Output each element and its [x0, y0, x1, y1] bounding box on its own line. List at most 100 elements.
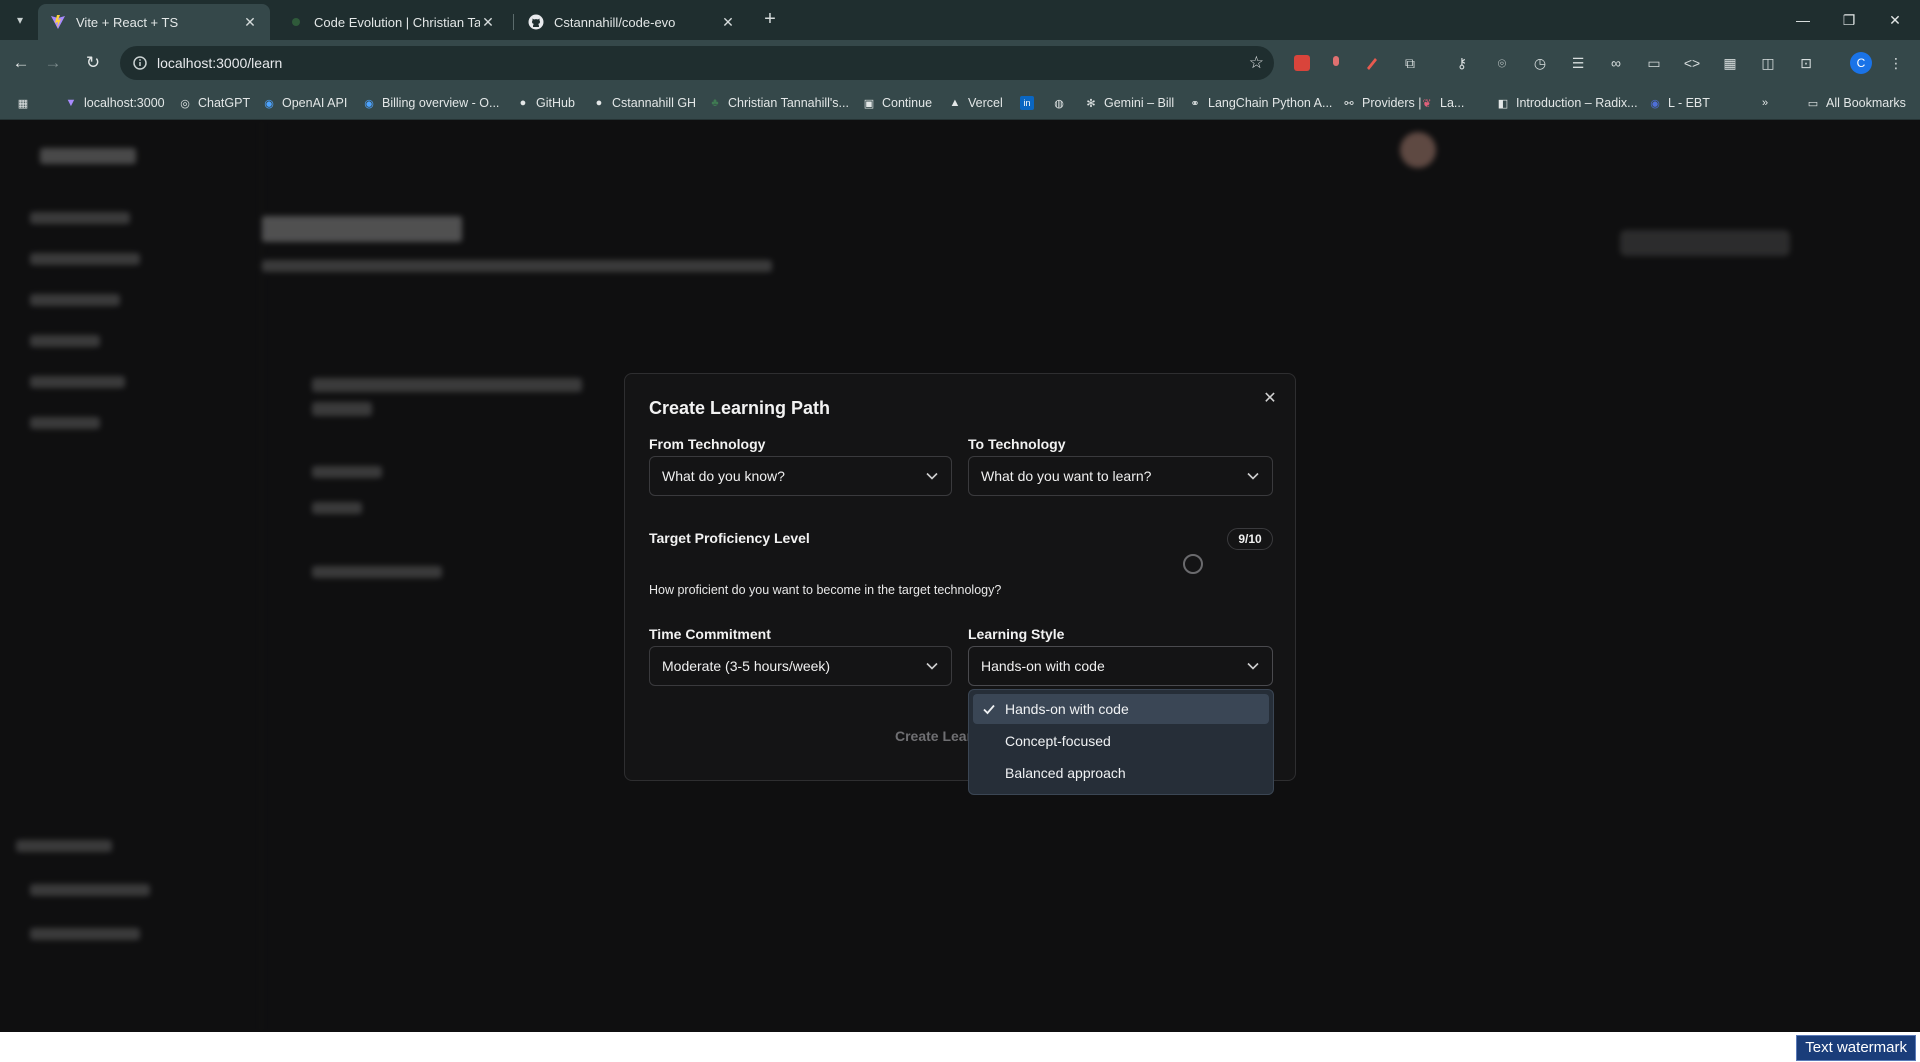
bg-user-avatar: [1400, 132, 1436, 168]
option-label: Concept-focused: [1005, 733, 1111, 749]
more-bookmarks-icon[interactable]: »: [1758, 94, 1778, 112]
bookmark-item[interactable]: ❦ La...: [1420, 94, 1464, 112]
bg-card-line-placeholder: [312, 566, 442, 578]
vite-favicon-icon: [50, 14, 66, 30]
apps-icon[interactable]: ▦: [16, 94, 36, 112]
extension-mic-icon[interactable]: [1326, 53, 1346, 73]
dialog-title: Create Learning Path: [649, 398, 831, 418]
bookmark-item[interactable]: ⚭ LangChain Python A...: [1188, 94, 1332, 112]
tab-title: Cstannahill/code-evo: [554, 14, 676, 30]
reading-list-icon[interactable]: ☰: [1568, 53, 1588, 73]
langchain-icon: ⚭: [1190, 97, 1200, 110]
vercel-icon: ▲: [949, 97, 961, 109]
bg-card-line-placeholder: [312, 466, 382, 478]
back-arrow-icon[interactable]: ←: [8, 50, 34, 76]
bg-nav-placeholder: [30, 294, 120, 306]
tab-title: Vite + React + TS: [76, 14, 179, 30]
bookmark-item[interactable]: ◉ Billing overview - O...: [362, 94, 499, 112]
profile-avatar[interactable]: C: [1850, 52, 1872, 74]
apps-grid-icon[interactable]: ▦: [1720, 53, 1740, 73]
address-bar[interactable]: localhost:3000/learn ☆: [120, 46, 1274, 80]
from-technology-label: From Technology: [649, 436, 766, 452]
bookmark-item[interactable]: ◉ OpenAI API: [262, 94, 347, 112]
screenshot-icon[interactable]: ⊡: [1796, 53, 1816, 73]
tab-close-icon[interactable]: ✕: [242, 14, 258, 31]
window-close-icon[interactable]: ✕: [1872, 0, 1918, 40]
history-icon[interactable]: ◷: [1530, 53, 1550, 73]
browser-toolbar: ← → ↻ localhost:3000/learn ☆ ⧉ ⚷ ⌾ ◷ ☰ ∞…: [0, 40, 1920, 113]
new-tab-plus-icon[interactable]: +: [758, 8, 782, 32]
minimize-icon[interactable]: —: [1780, 0, 1826, 40]
bg-nav-placeholder: [30, 212, 130, 224]
forward-arrow-icon[interactable]: →: [40, 50, 66, 76]
restore-icon[interactable]: ❐: [1826, 0, 1872, 40]
chevron-down-icon: [925, 467, 939, 485]
to-technology-placeholder: What do you want to learn?: [981, 468, 1152, 484]
tab-search-icon[interactable]: ▾: [8, 8, 32, 32]
url-text[interactable]: localhost:3000/learn: [157, 55, 282, 71]
vite-favicon-icon: ▼: [65, 97, 77, 109]
option-balanced[interactable]: Balanced approach: [973, 758, 1269, 788]
chevron-down-icon: [1246, 467, 1260, 485]
to-technology-select[interactable]: What do you want to learn?: [968, 456, 1273, 496]
bg-card-title-placeholder: [312, 378, 582, 392]
bookmark-item[interactable]: ◉ L - EBT: [1648, 94, 1710, 112]
github-icon: ●: [519, 97, 527, 109]
time-commitment-select[interactable]: Moderate (3-5 hours/week): [649, 646, 952, 686]
close-icon[interactable]: ✕: [1261, 390, 1279, 408]
code-evolution-favicon-icon: [288, 14, 304, 30]
site-info-icon[interactable]: [132, 55, 148, 71]
to-technology-label: To Technology: [968, 436, 1066, 452]
all-bookmarks[interactable]: ▭ All Bookmarks: [1806, 94, 1906, 112]
bookmark-item[interactable]: ● Cstannahill GH: [592, 94, 696, 112]
bookmark-item[interactable]: ▲ Vercel: [948, 94, 1003, 112]
proficiency-label: Target Proficiency Level: [649, 530, 810, 546]
create-learning-path-button[interactable]: Create Lear: [895, 728, 972, 744]
bookmark-item[interactable]: ● GitHub: [516, 94, 575, 112]
tab-close-icon[interactable]: ✕: [720, 14, 736, 31]
proficiency-slider-thumb[interactable]: [1183, 554, 1203, 574]
bookmark-star-icon[interactable]: ☆: [1249, 53, 1264, 73]
bookmark-item[interactable]: ✻ Gemini – Bill: [1084, 94, 1174, 112]
learning-style-select[interactable]: Hands-on with code: [968, 646, 1273, 686]
linkedin-icon[interactable]: in: [1020, 94, 1040, 112]
extensions-puzzle-icon[interactable]: ⧉: [1400, 53, 1420, 73]
radix-icon: ◧: [1497, 97, 1509, 110]
github-icon: ●: [595, 97, 603, 109]
bookmark-item[interactable]: ◧ Introduction – Radix...: [1496, 94, 1638, 112]
bg-nav-placeholder: [30, 417, 100, 429]
extension-pen-icon[interactable]: [1362, 53, 1382, 73]
openai-icon: ◉: [264, 97, 274, 110]
code-icon[interactable]: <>: [1682, 53, 1702, 73]
side-panel-icon[interactable]: ◫: [1758, 53, 1778, 73]
bookmark-item[interactable]: ♣ Christian Tannahill's...: [708, 94, 849, 112]
bg-nav-placeholder: [30, 335, 100, 347]
location-pin-icon[interactable]: ⌾: [1492, 53, 1512, 73]
learning-style-label: Learning Style: [968, 626, 1065, 642]
bg-nav-placeholder: [30, 884, 150, 896]
bookmark-item[interactable]: ▼ localhost:3000: [64, 94, 165, 112]
reload-icon[interactable]: ↻: [80, 50, 106, 76]
ebt-icon: ◉: [1650, 97, 1660, 110]
chevron-down-icon: [1246, 657, 1260, 675]
bottom-strip: [0, 1032, 1920, 1062]
chatgpt-icon: ◎: [180, 97, 190, 110]
tab-github-repo[interactable]: Cstannahill/code-evo ✕: [516, 4, 748, 40]
bookmark-item[interactable]: ⚯ Providers |: [1342, 94, 1421, 112]
tab-vite-react[interactable]: Vite + React + TS ✕: [38, 4, 270, 40]
tab-close-icon[interactable]: ✕: [480, 14, 496, 31]
bookmark-item[interactable]: ◎ ChatGPT: [178, 94, 250, 112]
bookmarks-bar: ▦ ▼ localhost:3000 ◎ ChatGPT ◉ OpenAI API ◉…: [0, 86, 1920, 120]
option-concept-focused[interactable]: Concept-focused: [973, 726, 1269, 756]
tab-code-evolution[interactable]: Code Evolution | Christian Tannahill ✕: [276, 4, 508, 40]
password-key-icon[interactable]: ⚷: [1452, 53, 1472, 73]
cast-icon[interactable]: ▭: [1644, 53, 1664, 73]
browser-menu-icon[interactable]: ⋮: [1886, 53, 1906, 73]
extension-red-icon[interactable]: [1292, 53, 1312, 73]
option-hands-on[interactable]: Hands-on with code: [973, 694, 1269, 724]
from-technology-select[interactable]: What do you know?: [649, 456, 952, 496]
link-icon[interactable]: ∞: [1606, 53, 1626, 73]
time-commitment-label: Time Commitment: [649, 626, 771, 642]
globe-icon[interactable]: ◍: [1052, 94, 1072, 112]
bookmark-item[interactable]: ▣ Continue: [862, 94, 932, 112]
